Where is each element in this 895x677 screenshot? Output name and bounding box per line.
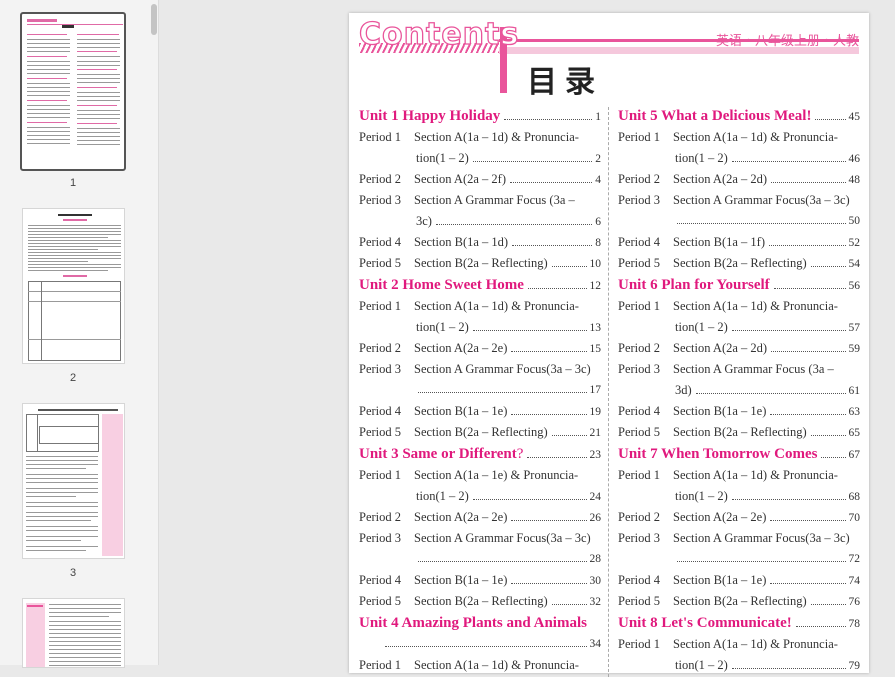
sidebar-scrollbar[interactable] (151, 4, 157, 35)
toc-period[interactable]: Period 2 Section A(2a – 2d) 59 (618, 338, 860, 359)
toc-period[interactable]: Period 4 Section B(1a – 1e) 74 (618, 570, 860, 591)
toc-period[interactable]: Period 3 Section A Grammar Focus(3a – 3c) (359, 359, 601, 380)
document-page: Contents 英语・八年级上册・人教 目录 Unit 1 Happy Hol… (349, 13, 869, 677)
toc-period-cont[interactable]: 3c) 6 (359, 211, 601, 232)
toc-period-cont[interactable]: tion(1 – 2) 57 (618, 317, 860, 338)
thumbnail-sidebar: 1 2 3 (0, 0, 159, 668)
toc-column-left: Unit 1 Happy Holiday 1 Period 1 Section A(… (359, 105, 601, 676)
toc-period[interactable]: Period 5 Section B(2a – Reflecting) 65 (618, 422, 860, 443)
toc-period-cont[interactable]: 50 (618, 211, 860, 232)
toc-period-cont[interactable]: tion(1 – 2) 46 (618, 148, 860, 169)
toc-period-cont[interactable]: tion(1 – 2) 68 (618, 486, 860, 507)
toc-period[interactable]: Period 1 Section A(1a – 1e) & Pronuncia- (359, 465, 601, 486)
toc-period[interactable]: Period 1 Section A(1a – 1d) & Pronuncia- (618, 634, 860, 655)
toc-unit[interactable]: Unit 1 Happy Holiday 1 (359, 105, 601, 127)
toc-period[interactable]: Period 2 Section A(2a – 2f) 4 (359, 169, 601, 190)
toc-period[interactable]: Period 5 Section B(2a – Reflecting) 76 (618, 591, 860, 612)
toc-unit[interactable]: Unit 4 Amazing Plants and Animals (359, 612, 601, 634)
toc-period-cont[interactable]: 28 (359, 549, 601, 570)
toc-period[interactable]: Period 5 Section B(2a – Reflecting) 21 (359, 422, 601, 443)
toc-period[interactable]: Period 2 Section A(2a – 2d) 48 (618, 169, 860, 190)
toc-period[interactable]: Period 1 Section A(1a – 1d) & Pronuncia- (359, 655, 601, 676)
subject-label: 英语・八年级上册・人教 (715, 34, 859, 49)
toc-period[interactable]: Period 2 Section A(2a – 2e) 70 (618, 507, 860, 528)
column-divider (608, 107, 609, 677)
toc-period[interactable]: Period 3 Section A Grammar Focus(3a – 3c) (618, 528, 860, 549)
toc-period-cont[interactable]: 72 (618, 549, 860, 570)
toc-period[interactable]: Period 5 Section B(2a – Reflecting) 54 (618, 253, 860, 274)
toc-period[interactable]: Period 3 Section A Grammar Focus (3a – (618, 359, 860, 380)
toc-period[interactable]: Period 4 Section B(1a – 1d) 8 (359, 232, 601, 253)
toc-period[interactable]: Period 1 Section A(1a – 1d) & Pronuncia- (359, 296, 601, 317)
page-thumbnail[interactable] (22, 598, 125, 668)
toc-period[interactable]: Period 4 Section B(1a – 1f) 52 (618, 232, 860, 253)
toc-period[interactable]: Period 3 Section A Grammar Focus(3a – 3c) (618, 190, 860, 211)
toc-period[interactable]: Period 4 Section B(1a – 1e) 63 (618, 401, 860, 422)
page-thumbnail[interactable] (22, 403, 125, 559)
toc-period[interactable]: Period 4 Section B(1a – 1e) 30 (359, 570, 601, 591)
toc-unit[interactable]: Unit 8 Let's Communicate! 78 (618, 612, 860, 634)
toc-period-cont[interactable]: 3d) 61 (618, 380, 860, 401)
toc-unit[interactable]: Unit 2 Home Sweet Home 12 (359, 274, 601, 296)
toc-period[interactable]: Period 2 Section A(2a – 2e) 15 (359, 338, 601, 359)
toc-period[interactable]: Period 4 Section B(1a – 1e) 19 (359, 401, 601, 422)
toc-period-cont[interactable]: tion(1 – 2) 24 (359, 486, 601, 507)
toc-unit[interactable]: Unit 5 What a Delicious Meal! 45 (618, 105, 860, 127)
toc-unit[interactable]: Unit 6 Plan for Yourself 56 (618, 274, 860, 296)
toc-period-cont[interactable]: 17 (359, 380, 601, 401)
page-thumbnail[interactable] (22, 208, 125, 364)
thumbnail-page-number: 3 (69, 567, 77, 579)
toc-period[interactable]: Period 5 Section B(2a – Reflecting) 32 (359, 591, 601, 612)
toc-period[interactable]: Period 3 Section A Grammar Focus(3a – 3c) (359, 528, 601, 549)
page-thumbnail[interactable] (20, 12, 126, 171)
toc-unit-cont[interactable]: 34 (359, 634, 601, 655)
toc-period[interactable]: Period 1 Section A(1a – 1d) & Pronuncia- (359, 127, 601, 148)
toc-period[interactable]: Period 2 Section A(2a – 2e) 26 (359, 507, 601, 528)
toc-unit[interactable]: Unit 7 When Tomorrow Comes 67 (618, 443, 860, 465)
page-title: 目录 (527, 65, 603, 100)
toc-period[interactable]: Period 1 Section A(1a – 1d) & Pronuncia- (618, 127, 860, 148)
toc-period-cont[interactable]: tion(1 – 2) 13 (359, 317, 601, 338)
thumbnail-page-number: 1 (69, 177, 77, 189)
contents-heading: Contents (358, 16, 520, 52)
thumbnail-page-number: 2 (69, 372, 77, 384)
toc-column-right: Unit 5 What a Delicious Meal! 45 Period 1… (618, 105, 860, 676)
toc-period[interactable]: Period 5 Section B(2a – Reflecting) 10 (359, 253, 601, 274)
toc-period-cont[interactable]: tion(1 – 2) 2 (359, 148, 601, 169)
toc-unit[interactable]: Unit 3 Same or Different? 23 (359, 443, 601, 465)
toc-period[interactable]: Period 1 Section A(1a – 1d) & Pronuncia- (618, 296, 860, 317)
toc-period[interactable]: Period 3 Section A Grammar Focus (3a – (359, 190, 601, 211)
toc-period[interactable]: Period 1 Section A(1a – 1d) & Pronuncia- (618, 465, 860, 486)
toc-period-cont[interactable]: tion(1 – 2) 79 (618, 655, 860, 676)
